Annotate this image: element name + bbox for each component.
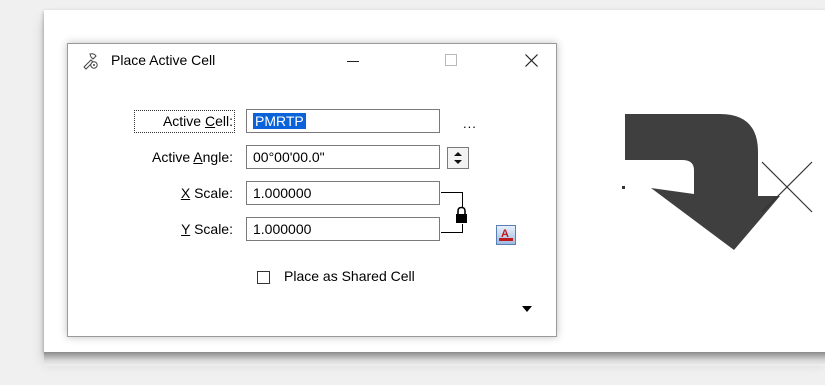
title-bar[interactable]: Place Active Cell [68, 44, 556, 76]
active-angle-spinner[interactable] [447, 147, 469, 169]
active-cell-browse-button[interactable]: ... [463, 116, 477, 131]
active-angle-label: Active Angle: [152, 149, 233, 165]
chevron-down-icon[interactable] [522, 306, 532, 312]
x-scale-input[interactable]: 1.000000 [246, 181, 440, 205]
canvas-dot [622, 186, 625, 189]
maximize-button[interactable] [428, 44, 474, 76]
y-scale-label: Y Scale: [181, 221, 233, 237]
minimize-icon [347, 60, 359, 62]
minimize-button[interactable] [330, 44, 376, 76]
x-marker-graphic [761, 161, 813, 213]
active-cell-input[interactable]: PMRTP [246, 109, 440, 133]
text-style-button[interactable]: A [496, 225, 516, 245]
active-cell-value: PMRTP [253, 113, 306, 129]
place-active-cell-dialog: Place Active Cell Active Cell: PMRTP ...… [67, 43, 557, 337]
maximize-icon [445, 54, 457, 66]
spinner-arrows-icon [454, 152, 462, 164]
place-as-shared-cell-label[interactable]: Place as Shared Cell [284, 268, 415, 284]
scale-lock-bracket-bottom [441, 224, 463, 233]
active-angle-input[interactable]: 00°00'00.0" [246, 145, 440, 169]
active-cell-label: Active Cell: [162, 113, 233, 129]
curved-arrow-graphic [625, 114, 780, 250]
screenshot-frame: Place Active Cell Active Cell: PMRTP ...… [44, 10, 825, 352]
scale-lock-bracket-top [441, 192, 463, 207]
cell-tool-icon [83, 53, 98, 70]
dialog-title: Place Active Cell [111, 52, 216, 68]
close-icon [524, 53, 538, 67]
text-style-icon: A [499, 228, 513, 241]
place-as-shared-cell-checkbox[interactable] [257, 271, 270, 284]
close-button[interactable] [508, 44, 554, 76]
frame-shadow [44, 352, 825, 366]
y-scale-input[interactable]: 1.000000 [246, 217, 440, 241]
lock-icon[interactable] [454, 206, 469, 224]
x-scale-label: X Scale: [180, 185, 233, 201]
active-angle-value: 00°00'00.0" [253, 149, 325, 165]
y-scale-value: 1.000000 [253, 221, 312, 237]
x-scale-value: 1.000000 [253, 185, 312, 201]
